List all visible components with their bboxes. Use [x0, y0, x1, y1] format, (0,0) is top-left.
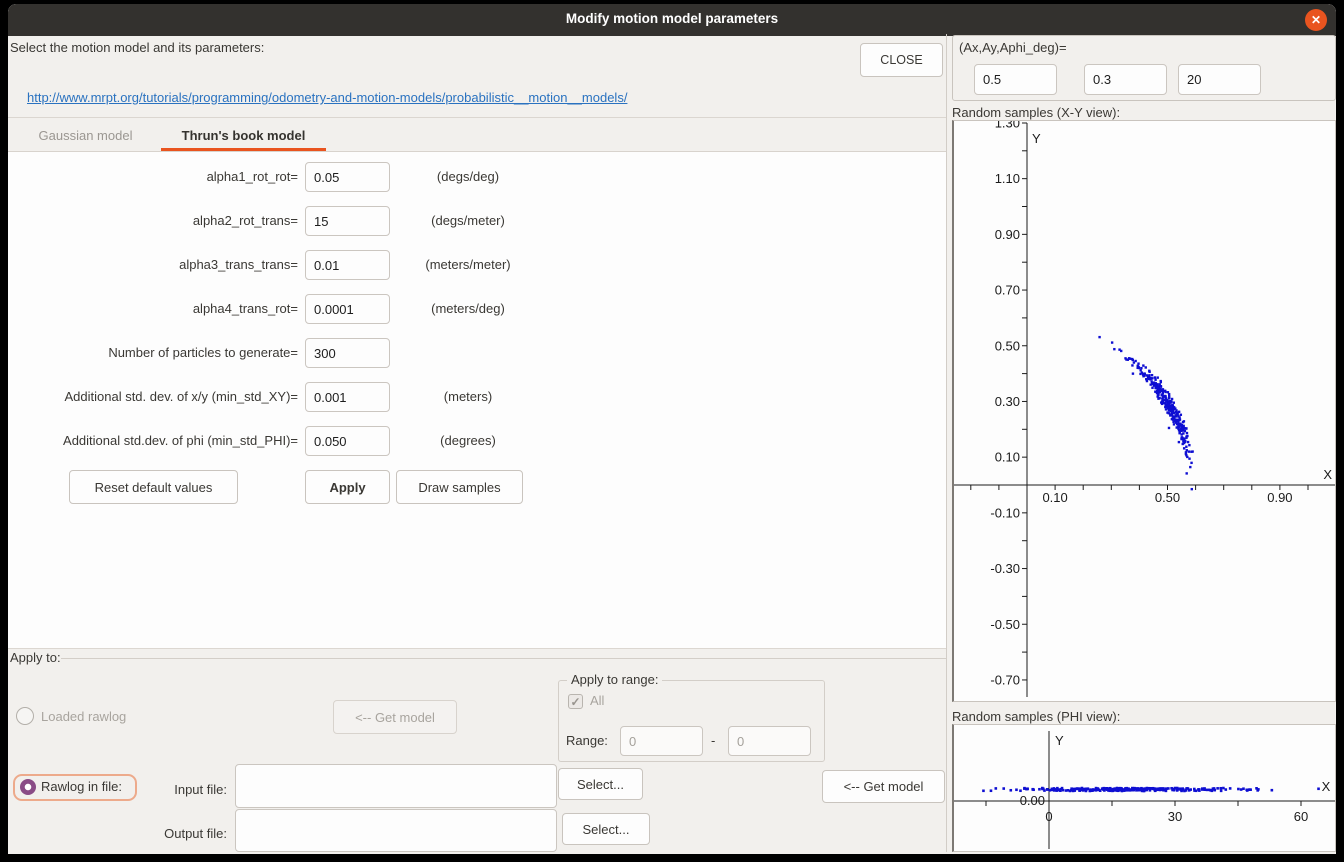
input-file-label: Input file: [88, 782, 227, 797]
apply-to-range-legend: Apply to range: [567, 672, 662, 687]
draw-samples-button[interactable]: Draw samples [396, 470, 523, 504]
svg-text:0.70: 0.70 [995, 283, 1020, 298]
alpha1-unit: (degs/deg) [400, 169, 536, 184]
apply-to-legend-row: Apply to: [10, 650, 947, 665]
svg-text:-0.50: -0.50 [990, 617, 1020, 632]
svg-text:0: 0 [1045, 809, 1052, 824]
tab-gaussian-model[interactable]: Gaussian model [28, 118, 143, 152]
min-std-xy-label: Additional std. dev. of x/y (min_std_XY)… [8, 389, 298, 404]
svg-text:0.50: 0.50 [995, 338, 1020, 353]
get-model-button[interactable]: <-- Get model [822, 770, 945, 803]
alpha3-input[interactable] [305, 250, 390, 280]
range-dash: - [711, 733, 715, 748]
min-std-xy-unit: (meters) [400, 389, 536, 404]
alpha2-input[interactable] [305, 206, 390, 236]
svg-text:X: X [1323, 467, 1332, 482]
num-particles-label: Number of particles to generate= [8, 345, 298, 360]
ay-input[interactable] [1084, 64, 1167, 95]
close-button[interactable]: CLOSE [860, 43, 943, 77]
panel-separator [946, 34, 947, 852]
rawlog-in-file-radio[interactable] [20, 779, 36, 795]
min-std-phi-unit: (degrees) [400, 433, 536, 448]
xy-scatter-plot: 1.30 1.10 0.90 0.70 0.50 0.30 0.10 -0.10 -0.30 -0… [954, 121, 1336, 702]
svg-text:0.90: 0.90 [1267, 490, 1292, 505]
svg-text:0.10: 0.10 [1042, 490, 1067, 505]
phi-view-title: Random samples (PHI view): [952, 709, 1120, 724]
window-close-icon[interactable]: ✕ [1305, 9, 1327, 31]
range-from-input[interactable] [620, 726, 703, 756]
range-to-input[interactable] [728, 726, 811, 756]
pose-increment-label: (Ax,Ay,Aphi_deg)= [959, 40, 1067, 55]
min-std-xy-input[interactable] [305, 382, 390, 412]
alpha2-label: alpha2_rot_trans= [8, 213, 298, 228]
output-file-label: Output file: [88, 826, 227, 841]
svg-text:0.90: 0.90 [995, 227, 1020, 242]
tutorial-link[interactable]: http://www.mrpt.org/tutorials/programmin… [27, 90, 627, 105]
svg-text:0.30: 0.30 [995, 394, 1020, 409]
num-particles-input[interactable] [305, 338, 390, 368]
phi-scatter-plot: 0 30 60 0.00 Y X [954, 725, 1336, 852]
pose-increment-group: (Ax,Ay,Aphi_deg)= [952, 35, 1336, 101]
svg-text:X: X [1322, 779, 1331, 794]
svg-text:Y: Y [1055, 733, 1064, 748]
alpha4-unit: (meters/deg) [400, 301, 536, 316]
apply-to-legend: Apply to: [10, 650, 61, 665]
tab-bar: Gaussian model Thrun's book model [8, 117, 947, 152]
ax-input[interactable] [974, 64, 1057, 95]
phi-scatter-chart: 0 30 60 0.00 Y X [952, 724, 1336, 852]
window-title: Modify motion model parameters [8, 11, 1336, 26]
svg-text:1.30: 1.30 [995, 121, 1020, 130]
output-file-input[interactable] [235, 809, 557, 852]
all-checkbox[interactable]: ✓ [568, 694, 583, 709]
apply-to-divider [61, 658, 947, 659]
apply-button[interactable]: Apply [305, 470, 390, 504]
xy-scatter-chart: 1.30 1.10 0.90 0.70 0.50 0.30 0.10 -0.10 -0.30 -0… [952, 120, 1336, 702]
svg-text:-0.70: -0.70 [990, 672, 1020, 687]
min-std-phi-input[interactable] [305, 426, 390, 456]
svg-text:60: 60 [1294, 809, 1308, 824]
svg-text:-0.10: -0.10 [990, 505, 1020, 520]
input-file-input[interactable] [235, 764, 557, 808]
svg-text:30: 30 [1168, 809, 1182, 824]
range-label: Range: [566, 733, 608, 748]
svg-text:0.50: 0.50 [1155, 490, 1180, 505]
screen-background: Modify motion model parameters ✕ Select … [0, 0, 1344, 862]
svg-text:Y: Y [1032, 131, 1041, 146]
alpha4-label: alpha4_trans_rot= [8, 301, 298, 316]
output-file-select-button[interactable]: Select... [562, 813, 650, 845]
input-file-select-button[interactable]: Select... [558, 768, 643, 800]
instruction-label: Select the motion model and its paramete… [10, 40, 264, 55]
tab-thruns-book-model[interactable]: Thrun's book model [161, 118, 326, 152]
loaded-rawlog-radio[interactable] [16, 707, 34, 725]
active-tab-underline [161, 148, 326, 151]
alpha2-unit: (degs/meter) [400, 213, 536, 228]
aphi-input[interactable] [1178, 64, 1261, 95]
alpha3-unit: (meters/meter) [400, 257, 536, 272]
title-bar[interactable]: Modify motion model parameters ✕ [8, 4, 1336, 36]
get-model-button-disabled: <-- Get model [333, 700, 457, 734]
xy-view-title: Random samples (X-Y view): [952, 105, 1120, 120]
dialog-window: Modify motion model parameters ✕ Select … [8, 4, 1336, 854]
apply-to-range-group: Apply to range: ✓ All Range: - [558, 680, 825, 762]
svg-text:-0.30: -0.30 [990, 561, 1020, 576]
alpha1-label: alpha1_rot_rot= [8, 169, 298, 184]
alpha1-input[interactable] [305, 162, 390, 192]
all-checkbox-label: All [590, 693, 604, 708]
alpha3-label: alpha3_trans_trans= [8, 257, 298, 272]
svg-text:0.00: 0.00 [1020, 793, 1045, 808]
svg-text:0.10: 0.10 [995, 450, 1020, 465]
alpha4-input[interactable] [305, 294, 390, 324]
svg-text:1.10: 1.10 [995, 171, 1020, 186]
loaded-rawlog-label: Loaded rawlog [41, 709, 126, 724]
reset-default-values-button[interactable]: Reset default values [69, 470, 238, 504]
min-std-phi-label: Additional std.dev. of phi (min_std_PHI)… [8, 433, 298, 448]
